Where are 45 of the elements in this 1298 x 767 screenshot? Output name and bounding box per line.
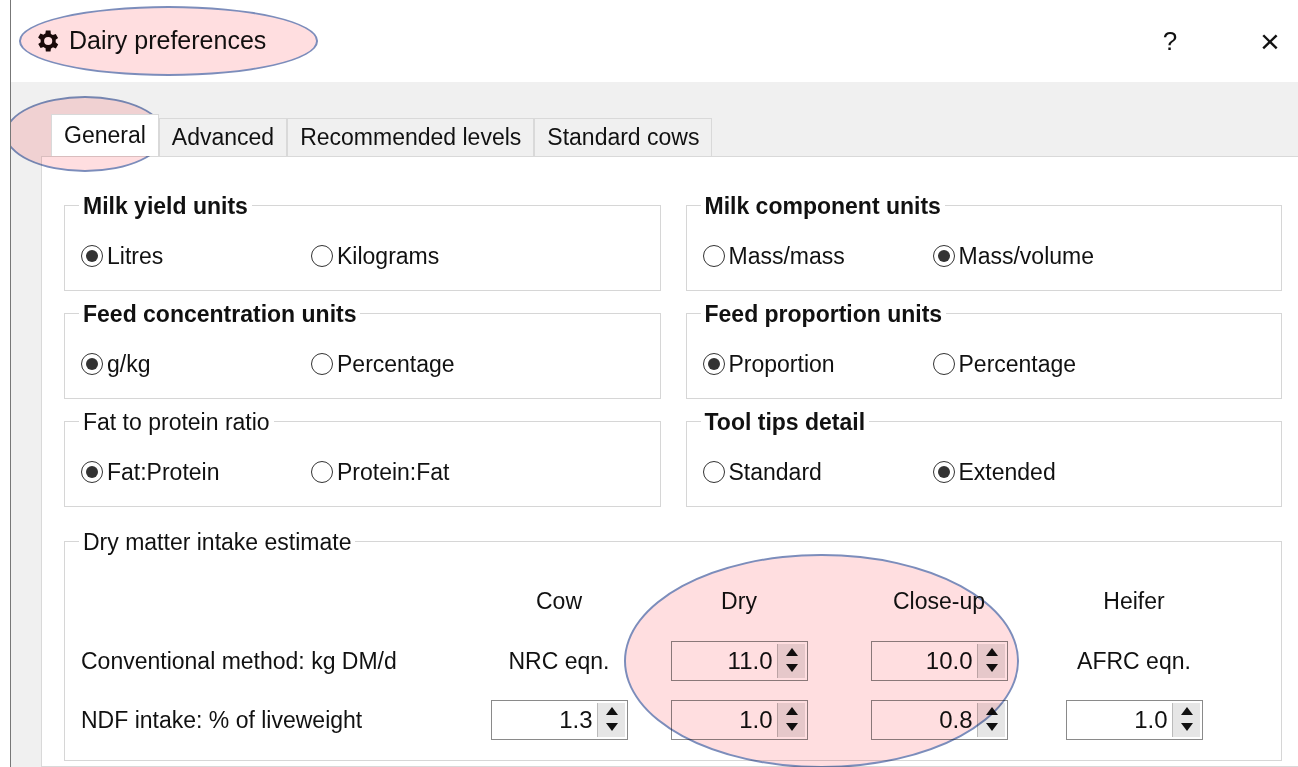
number-spinner[interactable]: 10.0	[870, 641, 1008, 681]
radio-button[interactable]	[81, 245, 103, 268]
number-spinner[interactable]: 0.8	[870, 700, 1008, 740]
column-header: Dry	[721, 586, 757, 616]
radio-label: Litres	[107, 242, 164, 271]
radio-button[interactable]	[702, 245, 725, 268]
radio-label: Kilograms	[337, 242, 440, 271]
radio-label: Proportion	[728, 350, 835, 379]
radio-label: Mass/volume	[958, 242, 1094, 271]
radio-label: Extended	[958, 458, 1056, 487]
column-header: Heifer	[1103, 586, 1165, 616]
radio-label: Percentage	[337, 350, 455, 379]
radio-label: Percentage	[958, 350, 1077, 379]
radio-button[interactable]	[932, 245, 955, 268]
radio-button[interactable]	[932, 353, 955, 376]
radio-button[interactable]	[932, 461, 955, 484]
column-header: Close-up	[892, 586, 985, 616]
radio-label: Mass/mass	[728, 242, 845, 271]
radio-label: g/kg	[107, 350, 151, 379]
tab[interactable]: General	[51, 114, 159, 156]
window-title: Dairy preferences	[69, 25, 267, 57]
radio-button[interactable]	[81, 353, 103, 376]
help-button[interactable]: ?	[1150, 21, 1190, 61]
method-text: NRC eqn.	[508, 646, 610, 676]
radio-label: Standard	[728, 458, 822, 487]
radio-button[interactable]	[702, 353, 725, 376]
radio-button[interactable]	[311, 245, 333, 268]
close-button[interactable]: ×	[1250, 15, 1290, 67]
radio-button[interactable]	[311, 461, 333, 484]
tab[interactable]: Advanced	[158, 118, 288, 156]
radio-button[interactable]	[702, 461, 725, 484]
number-spinner[interactable]: 1.3	[490, 700, 628, 740]
row-label: Conventional method: kg DM/d	[81, 646, 398, 676]
row-label: NDF intake: % of liveweight	[81, 705, 364, 735]
number-spinner[interactable]: 1.0	[670, 700, 808, 740]
tab[interactable]: Recommended levels	[287, 118, 535, 156]
method-text: AFRC eqn.	[1077, 646, 1191, 676]
radio-button[interactable]	[81, 461, 103, 484]
radio-label: Protein:Fat	[337, 458, 450, 487]
tab[interactable]: Standard cows	[534, 118, 713, 156]
radio-label: Fat:Protein	[107, 458, 220, 487]
number-spinner[interactable]: 1.0	[1065, 700, 1203, 740]
column-header: Cow	[536, 586, 582, 616]
number-spinner[interactable]: 11.0	[670, 641, 808, 681]
radio-button[interactable]	[311, 353, 333, 376]
